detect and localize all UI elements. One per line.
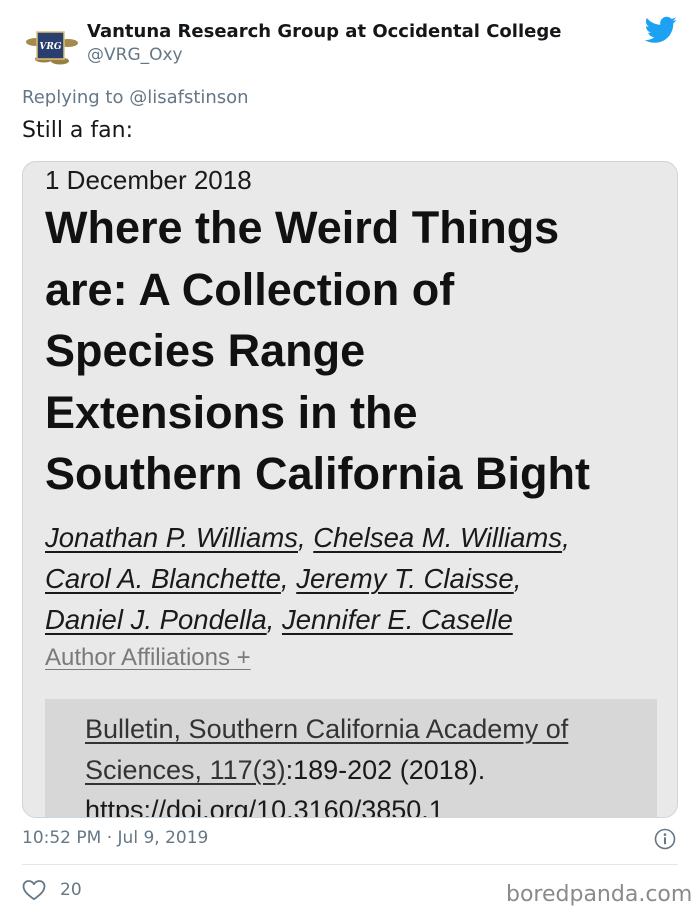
title-line: Extensions in the bbox=[45, 386, 418, 438]
title-line: Where the Weird Things bbox=[45, 202, 560, 253]
doi-link: https://doi.org/10.3160/3850.1 bbox=[85, 795, 444, 818]
author-separator: , bbox=[280, 563, 289, 594]
author-list: Jonathan P. Williams, Chelsea M. William… bbox=[45, 517, 665, 640]
author-link: Jennifer E. Caselle bbox=[281, 604, 513, 635]
author-link: Jonathan P. Williams bbox=[45, 522, 298, 553]
twitter-bird-icon[interactable] bbox=[645, 16, 677, 44]
journal-link: Bulletin, Southern California Academy of bbox=[85, 714, 569, 744]
like-count: 20 bbox=[60, 880, 82, 900]
journal-link: Sciences, bbox=[85, 754, 210, 785]
author-separator: , bbox=[562, 522, 570, 553]
title-line: Southern California Bight bbox=[45, 448, 590, 499]
replying-to: Replying to @lisafstinson bbox=[22, 87, 249, 108]
pages-year: :189-202 (2018). bbox=[285, 754, 486, 785]
author-link: Chelsea M. Williams bbox=[313, 522, 563, 553]
author-link: Daniel J. Pondella bbox=[45, 604, 267, 635]
author-separator: , bbox=[297, 522, 306, 553]
article-title: Where the Weird Things are: A Collection… bbox=[45, 197, 665, 505]
replying-prefix: Replying to bbox=[22, 87, 130, 108]
author-separator: , bbox=[513, 563, 522, 594]
article-screenshot: 1 December 2018 Where the Weird Things a… bbox=[23, 162, 677, 817]
author-link: Carol A. Blanchette bbox=[45, 563, 281, 594]
media-image[interactable]: 1 December 2018 Where the Weird Things a… bbox=[22, 161, 678, 818]
heart-icon[interactable] bbox=[22, 879, 46, 901]
display-name[interactable]: Vantuna Research Group at Occidental Col… bbox=[87, 21, 561, 42]
tweet-header: VRG Vantuna Research Group at Occidental… bbox=[0, 0, 700, 80]
volume-issue-link: 117(3) bbox=[209, 754, 286, 785]
title-line: Species Range bbox=[45, 325, 366, 376]
author-separator: , bbox=[266, 604, 275, 635]
vrg-logo: VRG bbox=[22, 18, 80, 76]
avatar[interactable]: VRG bbox=[22, 18, 80, 76]
title-line: are: A Collection of bbox=[45, 263, 455, 315]
reply-mention-link[interactable]: @lisafstinson bbox=[129, 87, 248, 108]
author-affiliations-toggle: Author Affiliations + bbox=[45, 644, 251, 671]
info-icon[interactable] bbox=[654, 828, 676, 850]
author-link: Jeremy T. Claisse bbox=[296, 563, 514, 594]
citation-box: Bulletin, Southern California Academy of… bbox=[45, 699, 657, 818]
tweet-text: Still a fan: bbox=[22, 118, 133, 143]
user-handle[interactable]: @VRG_Oxy bbox=[87, 45, 183, 65]
footer-divider bbox=[22, 864, 678, 865]
tweet-timestamp[interactable]: 10:52 PM · Jul 9, 2019 bbox=[22, 828, 208, 848]
citation: Bulletin, Southern California Academy of… bbox=[85, 709, 655, 818]
watermark: boredpanda.com bbox=[506, 882, 693, 907]
svg-text:VRG: VRG bbox=[39, 42, 61, 52]
publication-date: 1 December 2018 bbox=[45, 165, 252, 195]
